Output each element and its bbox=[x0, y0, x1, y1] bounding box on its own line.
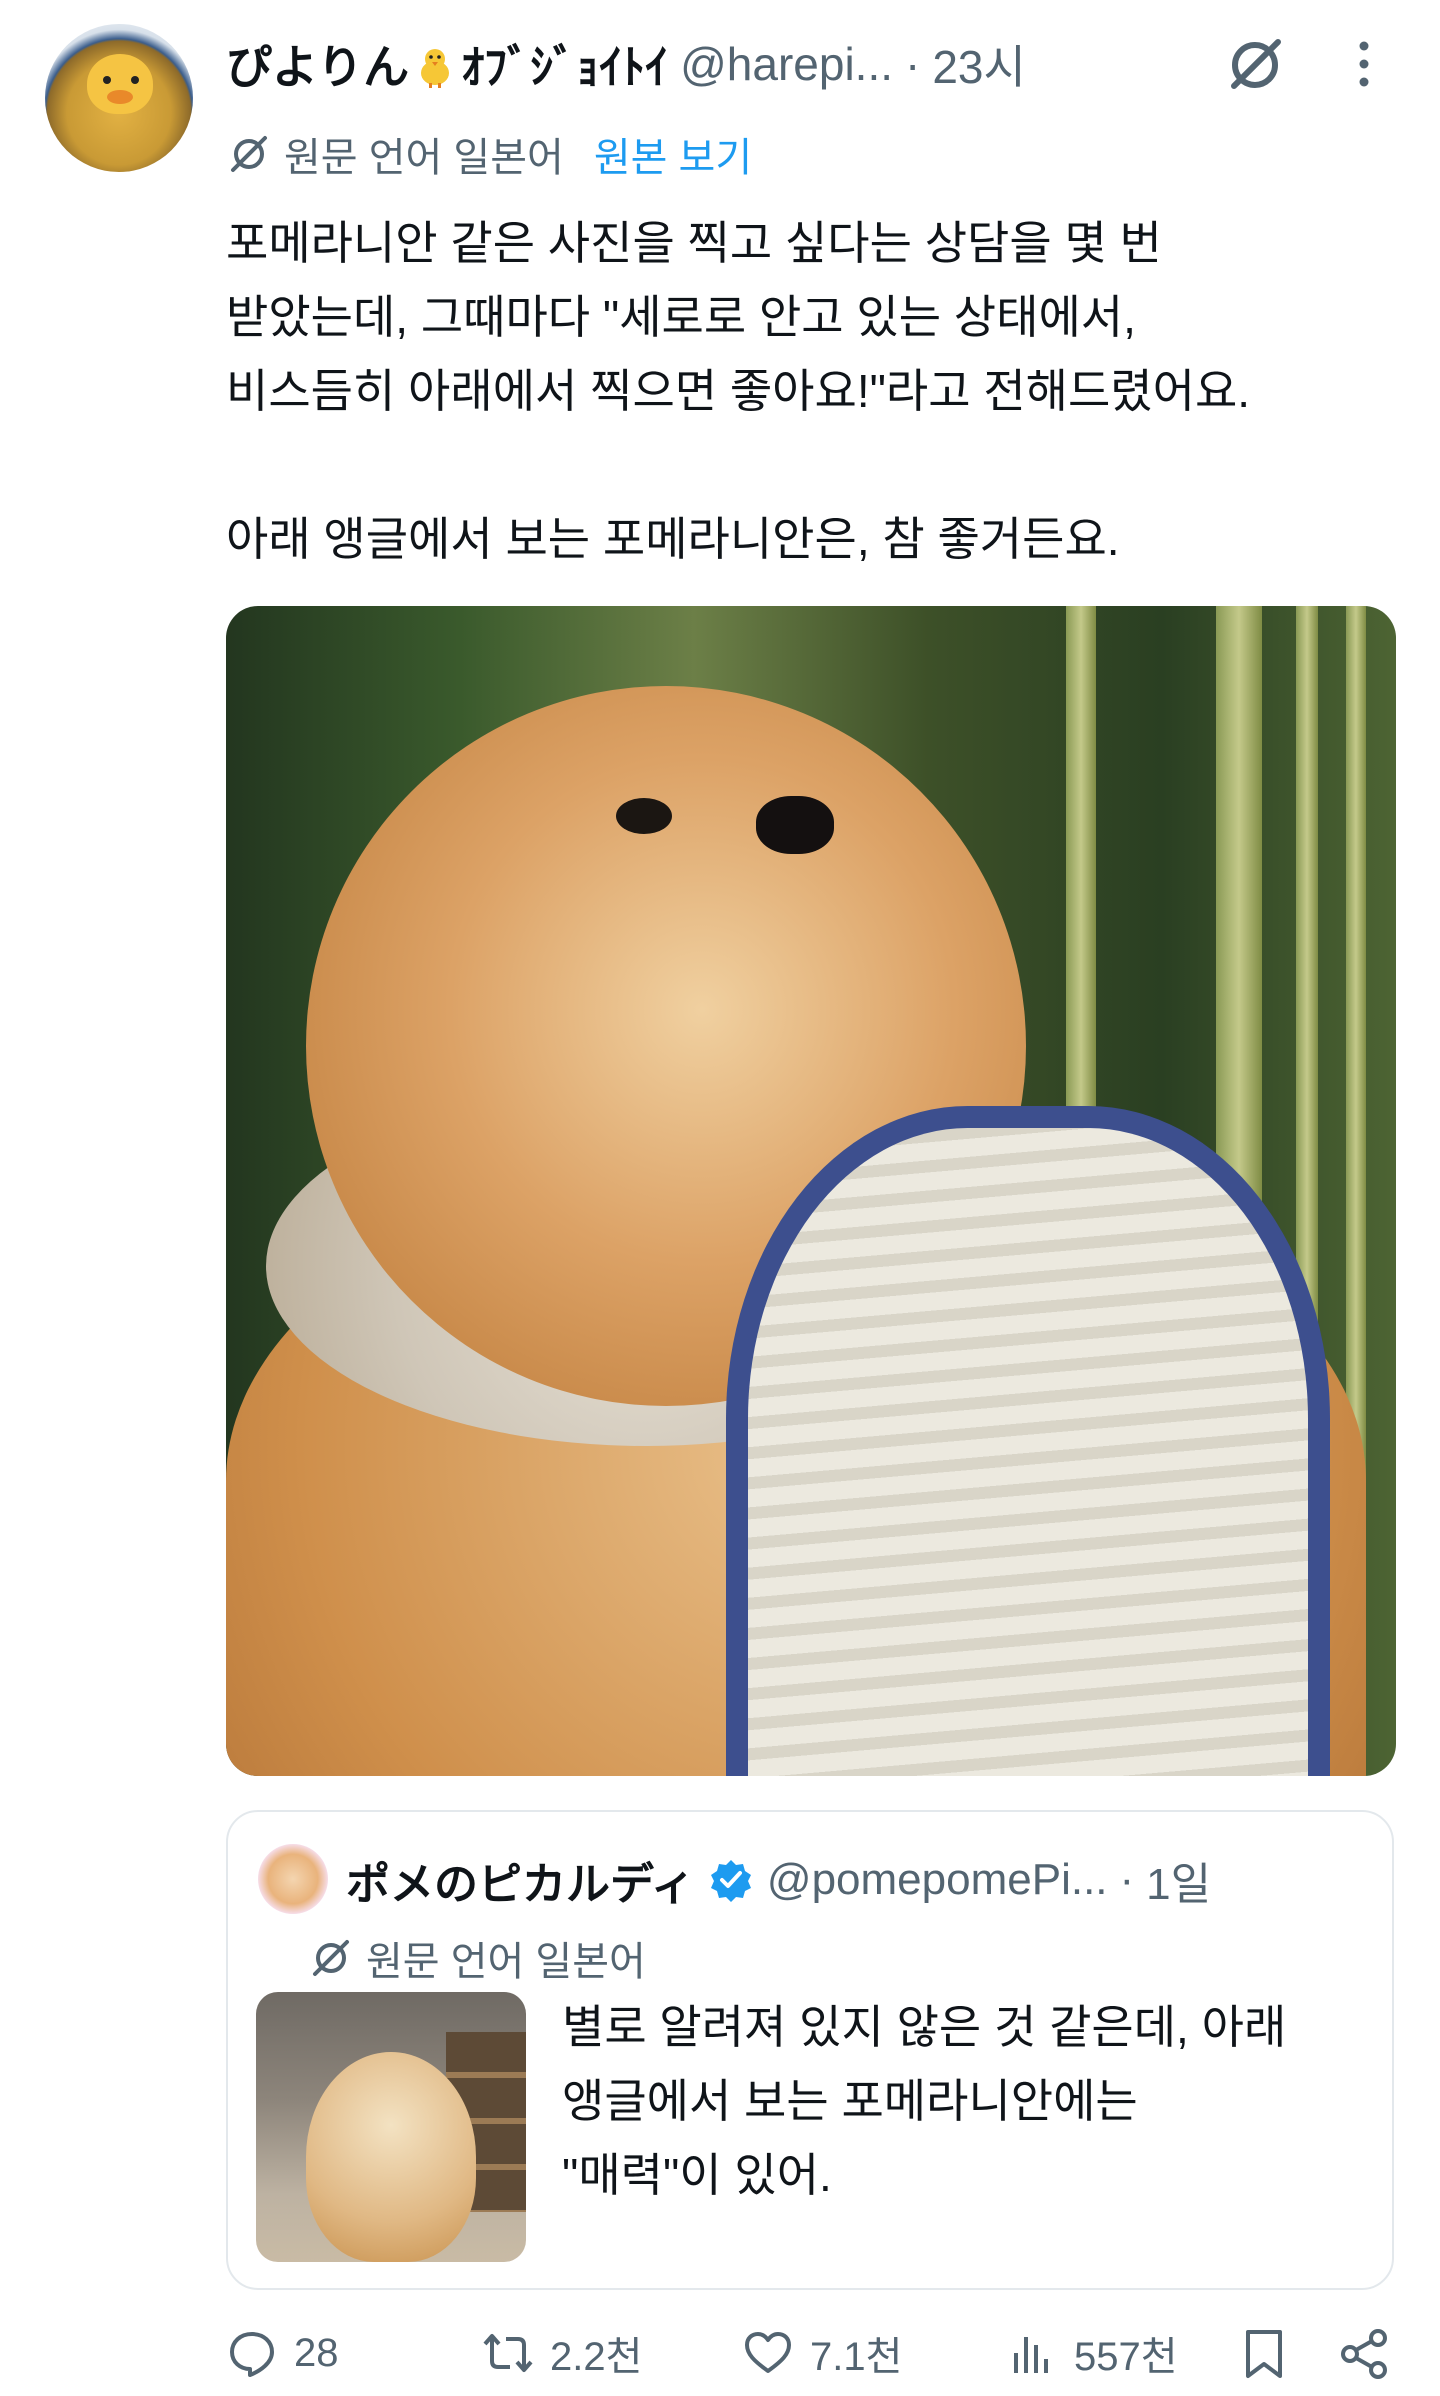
author-avatar[interactable] bbox=[45, 24, 193, 172]
reply-count: 28 bbox=[294, 2330, 339, 2375]
quoted-tweet-header: ポメのピカルディ @pomepomePi... · 1일 bbox=[346, 1842, 1211, 1918]
tweet-photo[interactable] bbox=[226, 606, 1396, 1776]
quoted-tweet-text: 별로 알려져 있지 않은 것 같은데, 아래 앵글에서 보는 포메라니안에는 "… bbox=[562, 1990, 1372, 2212]
more-options-icon[interactable] bbox=[1354, 36, 1374, 92]
author-handle[interactable]: @harepi... bbox=[680, 37, 893, 91]
share-icon[interactable] bbox=[1336, 2326, 1392, 2382]
avatar-chick bbox=[87, 54, 153, 114]
quoted-text-line: "매력"이 있어. bbox=[562, 2149, 832, 2201]
heart-icon bbox=[745, 2332, 791, 2373]
view-original-link[interactable]: 원본 보기 bbox=[594, 125, 752, 183]
tweet-action-bar: 28 2.2천 7.1천 557천 bbox=[226, 2318, 1406, 2388]
quoted-author-display-name[interactable]: ポメのピカルディ bbox=[346, 1848, 695, 1912]
quoted-tweet-thumbnail[interactable] bbox=[256, 1992, 526, 2262]
like-count: 7.1천 bbox=[810, 2335, 903, 2379]
retweet-button[interactable]: 2.2천 bbox=[482, 2318, 642, 2388]
quoted-author-avatar[interactable] bbox=[258, 1844, 328, 1914]
author-display-name[interactable]: ぴよりん ｵﾌﾞｼﾞｮｲﾄｲ bbox=[226, 31, 668, 97]
quoted-author-handle[interactable]: @pomepomePi... bbox=[767, 1855, 1108, 1905]
views-count: 557천 bbox=[1074, 2335, 1178, 2379]
baby-chick-emoji-icon bbox=[421, 49, 450, 88]
views-button[interactable]: 557천 bbox=[1006, 2318, 1178, 2388]
tweet-text-line: 받았는데, 그때마다 "세로로 안고 있는 상태에서, bbox=[226, 291, 1136, 343]
tweet-text: 포메라니안 같은 사진을 찍고 싶다는 상담을 몇 번 받았는데, 그때마다 "… bbox=[226, 206, 1406, 576]
separator-dot: · bbox=[905, 38, 921, 90]
grok-icon[interactable] bbox=[1222, 32, 1288, 98]
quoted-translation-row: 원문 언어 일본어 bbox=[308, 1930, 646, 1986]
tweet-timestamp[interactable]: 23시 bbox=[932, 31, 1026, 97]
translate-icon bbox=[231, 136, 267, 172]
reply-button[interactable]: 28 bbox=[226, 2318, 339, 2388]
views-chart-icon bbox=[1014, 2337, 1048, 2373]
quoted-tweet-timestamp[interactable]: 1일 bbox=[1146, 1848, 1211, 1912]
verified-badge-icon bbox=[710, 1860, 751, 1902]
quoted-tweet[interactable]: ポメのピカルディ @pomepomePi... · 1일 원문 언어 일본어 별… bbox=[226, 1810, 1394, 2290]
retweet-count: 2.2천 bbox=[550, 2335, 643, 2379]
reply-icon bbox=[230, 2332, 274, 2377]
separator-dot: · bbox=[1119, 1855, 1135, 1904]
tweet-text-line: 비스듬히 아래에서 찍으면 좋아요!"라고 전해드렸어요. bbox=[226, 365, 1251, 417]
dog-vest bbox=[726, 1106, 1330, 1776]
retweet-icon bbox=[483, 2334, 533, 2372]
original-language-label: 원문 언어 일본어 bbox=[284, 136, 564, 180]
original-language-label: 원문 언어 일본어 bbox=[366, 1940, 646, 1984]
tweet-text-line: 포메라니안 같은 사진을 찍고 싶다는 상담을 몇 번 bbox=[226, 217, 1162, 269]
translation-row: 원문 언어 일본어 원본 보기 bbox=[226, 126, 752, 182]
like-button[interactable]: 7.1천 bbox=[742, 2318, 902, 2388]
translate-icon bbox=[313, 1940, 349, 1976]
quoted-text-line: 별로 알려져 있지 않은 것 같은데, 아래 bbox=[562, 2001, 1287, 2053]
quoted-text-line: 앵글에서 보는 포메라니안에는 bbox=[562, 2075, 1138, 2127]
tweet-header: ぴよりん ｵﾌﾞｼﾞｮｲﾄｲ @harepi... · 23시 bbox=[226, 24, 1026, 104]
tweet-text-line: 아래 앵글에서 보는 포메라니안은, 참 좋거든요. bbox=[226, 513, 1120, 565]
bookmark-icon[interactable] bbox=[1236, 2326, 1292, 2382]
